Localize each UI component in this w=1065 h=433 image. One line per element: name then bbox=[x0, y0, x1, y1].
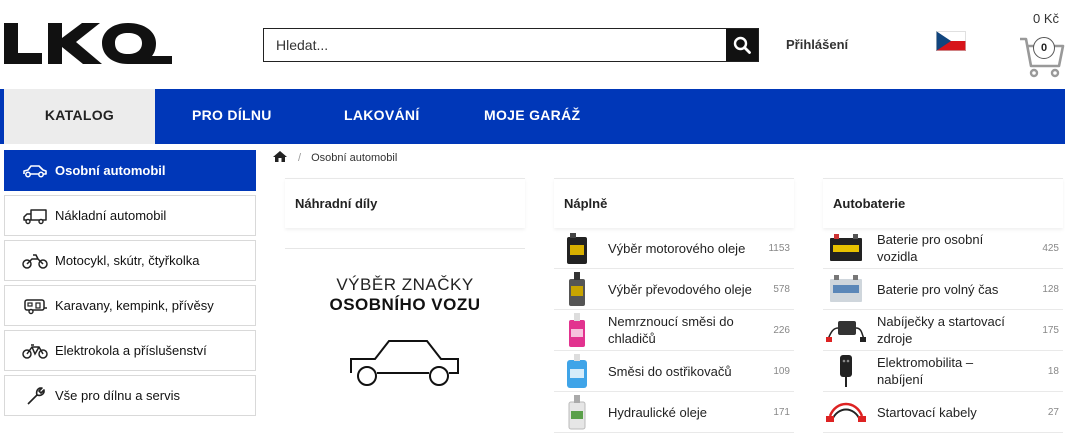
car-selector-line1: VÝBĚR ZNAČKY bbox=[336, 275, 474, 294]
sidebar-item-nakladni-automobil[interactable]: Nákladní automobil bbox=[4, 195, 256, 236]
list-item-name: Elektromobilita – nabíjení bbox=[877, 355, 974, 387]
sidebar-item-label: Osobní automobil bbox=[55, 163, 166, 178]
list-item[interactable]: Baterie pro volný čas 128 bbox=[823, 269, 1063, 310]
bicycle-icon bbox=[21, 341, 49, 361]
search-icon bbox=[733, 36, 751, 54]
motorcycle-icon bbox=[21, 251, 49, 271]
search-input[interactable] bbox=[264, 29, 726, 61]
truck-icon bbox=[21, 206, 49, 226]
list-item-count: 128 bbox=[1042, 283, 1059, 295]
list-item[interactable]: Směsi do ostřikovačů 109 bbox=[554, 351, 794, 392]
list-item-count: 1153 bbox=[768, 242, 790, 254]
antifreeze-bottle-icon bbox=[554, 311, 600, 349]
breadcrumb-separator: / bbox=[298, 152, 302, 164]
cart-count-badge: 0 bbox=[1033, 37, 1055, 59]
tab-moje-garaz[interactable]: MOJE GARÁŽ bbox=[484, 89, 580, 144]
wrench-icon bbox=[21, 386, 49, 406]
home-icon[interactable] bbox=[272, 150, 288, 166]
car-outline-icon bbox=[350, 340, 459, 386]
jumper-cables-icon bbox=[823, 393, 869, 431]
list-item-name: Startovací kabely bbox=[877, 404, 977, 420]
list-item-count: 578 bbox=[773, 283, 790, 295]
sidebar-item-label: Motocykl, skútr, čtyřkolka bbox=[55, 253, 200, 268]
list-item-name: Hydraulické oleje bbox=[608, 404, 707, 420]
list-item-count: 226 bbox=[773, 324, 790, 336]
czech-flag-icon[interactable] bbox=[936, 31, 966, 51]
list-item-count: 27 bbox=[1047, 406, 1059, 418]
list-item[interactable]: Výběr motorového oleje 1153 bbox=[554, 228, 794, 269]
list-item[interactable]: Výběr převodového oleje 578 bbox=[554, 269, 794, 310]
caravan-icon bbox=[21, 296, 49, 316]
sidebar-item-elektrokola[interactable]: Elektrokola a příslušenství bbox=[4, 330, 256, 371]
list-item-count: 18 bbox=[1047, 365, 1059, 377]
lkq-logo[interactable] bbox=[4, 20, 174, 71]
list-item-name: Výběr motorového oleje bbox=[608, 240, 746, 256]
list-item[interactable]: Baterie pro osobní vozidla 425 bbox=[823, 228, 1063, 269]
sidebar-item-label: Nákladní automobil bbox=[55, 208, 167, 223]
fluids-title: Náplně bbox=[554, 178, 794, 228]
list-item-name: Nabíječky a startovací zdroje bbox=[877, 314, 1005, 346]
batteries-column: Autobaterie Baterie pro osobní vozidla 4… bbox=[823, 178, 1063, 433]
car-brand-selector[interactable]: VÝBĚR ZNAČKY OSOBNÍHO VOZU bbox=[285, 248, 525, 418]
car-selector-line2: OSOBNÍHO VOZU bbox=[329, 295, 481, 314]
engine-oil-can-icon bbox=[554, 229, 600, 267]
list-item-count: 425 bbox=[1042, 242, 1059, 254]
tab-katalog[interactable]: KATALOG bbox=[4, 89, 155, 144]
leisure-battery-icon bbox=[823, 270, 869, 308]
category-sidebar: Osobní automobil Nákladní automobil Moto… bbox=[4, 150, 256, 420]
list-item[interactable]: Hydraulické oleje 171 bbox=[554, 392, 794, 433]
list-item-name: Směsi do ostřikovačů bbox=[608, 363, 732, 379]
parts-column: Náhradní díly VÝBĚR ZNAČKY OSOBNÍHO VOZU bbox=[285, 178, 525, 418]
hydraulic-oil-bottle-icon bbox=[554, 393, 600, 431]
ev-charging-cable-icon bbox=[823, 352, 869, 390]
sidebar-item-dilna-servis[interactable]: Vše pro dílnu a servis bbox=[4, 375, 256, 416]
car-battery-icon bbox=[823, 229, 869, 267]
list-item[interactable]: Elektromobilita – nabíjení 18 bbox=[823, 351, 1063, 392]
tab-pro-dilnu[interactable]: PRO DÍLNU bbox=[192, 89, 272, 144]
list-item-count: 175 bbox=[1042, 324, 1059, 336]
breadcrumb: / Osobní automobil bbox=[272, 150, 397, 166]
gear-oil-bottle-icon bbox=[554, 270, 600, 308]
fluids-column: Náplně Výběr motorového oleje 1153 Výběr… bbox=[554, 178, 794, 433]
list-item-name: Výběr převodového oleje bbox=[608, 281, 752, 297]
header: Přihlášení 0 Kč 0 bbox=[0, 0, 1065, 89]
battery-charger-icon bbox=[823, 311, 869, 349]
cart-total: 0 Kč bbox=[1033, 11, 1060, 26]
list-item[interactable]: Nemrznoucí směsi do chladičů 226 bbox=[554, 310, 794, 351]
main-nav: KATALOG PRO DÍLNU LAKOVÁNÍ MOJE GARÁŽ bbox=[0, 89, 1065, 144]
batteries-title: Autobaterie bbox=[823, 178, 1063, 228]
washer-fluid-bottle-icon bbox=[554, 352, 600, 390]
tab-lakovani[interactable]: LAKOVÁNÍ bbox=[344, 89, 420, 144]
sidebar-item-label: Karavany, kempink, přívěsy bbox=[55, 298, 214, 313]
list-item-name: Baterie pro osobní vozidla bbox=[877, 232, 984, 264]
sidebar-item-motocykl[interactable]: Motocykl, skútr, čtyřkolka bbox=[4, 240, 256, 281]
breadcrumb-current: Osobní automobil bbox=[311, 152, 398, 164]
list-item-count: 109 bbox=[773, 365, 790, 377]
search-button[interactable] bbox=[726, 29, 758, 61]
car-icon bbox=[21, 161, 49, 181]
list-item-name: Nemrznoucí směsi do chladičů bbox=[608, 314, 734, 346]
login-link[interactable]: Přihlášení bbox=[786, 37, 848, 52]
sidebar-item-label: Vše pro dílnu a servis bbox=[55, 388, 181, 403]
sidebar-item-karavany[interactable]: Karavany, kempink, přívěsy bbox=[4, 285, 256, 326]
list-item[interactable]: Nabíječky a startovací zdroje 175 bbox=[823, 310, 1063, 351]
list-item-name: Baterie pro volný čas bbox=[877, 281, 999, 297]
list-item[interactable]: Startovací kabely 27 bbox=[823, 392, 1063, 433]
parts-title: Náhradní díly bbox=[285, 178, 525, 228]
list-item-count: 171 bbox=[773, 406, 790, 418]
search-bar bbox=[263, 28, 759, 62]
sidebar-item-osobni-automobil[interactable]: Osobní automobil bbox=[4, 150, 256, 191]
sidebar-item-label: Elektrokola a příslušenství bbox=[55, 343, 207, 358]
